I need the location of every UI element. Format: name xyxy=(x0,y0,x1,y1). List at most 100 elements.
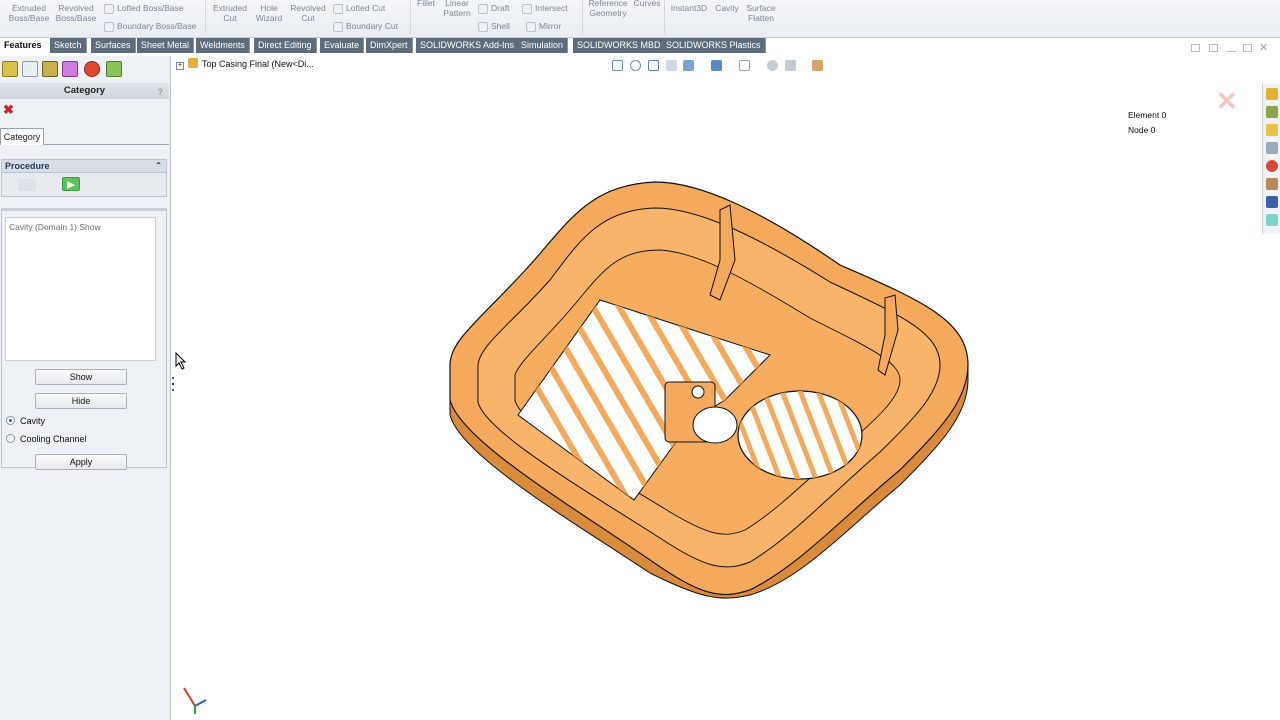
display-manager-icon[interactable] xyxy=(84,61,100,77)
revolved-cut-button[interactable]: Revolved Cut xyxy=(288,3,328,23)
ribbon-label: Fillet xyxy=(417,0,435,8)
show-button[interactable]: Show xyxy=(35,369,127,385)
exit-cross-icon[interactable]: ✕ xyxy=(1216,86,1238,117)
close-window-icon[interactable]: ✕ xyxy=(1259,41,1268,54)
panel-header: Category ? xyxy=(0,83,169,99)
tab-direct-editing[interactable]: Direct Editing xyxy=(254,38,317,53)
ribbon-label: Curves xyxy=(633,0,661,8)
lofted-boss-button[interactable]: Lofted Boss/Base xyxy=(104,3,184,14)
cavity-button[interactable]: Cavity xyxy=(713,3,741,13)
surface-flatten-button[interactable]: Surface Flatten xyxy=(743,3,779,23)
radio-cavity[interactable]: Cavity xyxy=(6,416,45,426)
previous-step-button[interactable] xyxy=(18,179,36,191)
display-style-icon[interactable] xyxy=(739,60,750,71)
domain-list-section: Cavity (Domain 1) Show Show Hide Cavity … xyxy=(1,208,167,470)
zoom-to-fit-icon[interactable] xyxy=(612,60,623,71)
plastics-tab-icon[interactable] xyxy=(1266,214,1278,226)
draft-button[interactable]: Draft xyxy=(478,3,509,14)
linear-pattern-button[interactable]: Linear Pattern xyxy=(440,0,474,18)
ribbon-label: Lofted Boss/Base xyxy=(117,3,184,13)
custom-properties-icon[interactable] xyxy=(1266,178,1278,190)
command-ribbon: Extruded Boss/Base Revolved Boss/Base Lo… xyxy=(0,0,1280,38)
dimxpert-manager-icon[interactable] xyxy=(62,61,78,77)
next-step-arrow-icon[interactable] xyxy=(62,177,80,191)
feature-tree-flyout[interactable]: + Top Casing Final (New<Di... xyxy=(176,58,314,70)
boss-hole xyxy=(692,406,738,444)
tab-category[interactable]: Category xyxy=(0,128,44,145)
tab-surfaces[interactable]: Surfaces xyxy=(91,38,136,53)
previous-view-icon[interactable] xyxy=(648,60,659,71)
mirror-button[interactable]: Mirror xyxy=(526,21,561,32)
minimize-icon[interactable] xyxy=(1227,51,1236,53)
apply-button[interactable]: Apply xyxy=(35,454,127,470)
procedure-section-header[interactable]: Procedure ⌃ xyxy=(1,159,167,173)
file-explorer-icon[interactable] xyxy=(1266,124,1278,136)
view-orientation-icon[interactable] xyxy=(711,60,722,71)
ribbon-label: Linear xyxy=(445,0,469,8)
ribbon-label: Cut xyxy=(301,13,315,23)
dynamic-annotation-icon[interactable] xyxy=(683,60,694,71)
radio-cooling-channel[interactable]: Cooling Channel xyxy=(6,434,87,444)
ribbon-label: Boundary Cut xyxy=(346,21,398,31)
tab-solidworks-mbd[interactable]: SOLIDWORKS MBD xyxy=(573,38,666,53)
radio-unselected-icon[interactable] xyxy=(6,434,15,443)
design-library-icon[interactable] xyxy=(1266,106,1278,118)
intersect-button[interactable]: Intersect xyxy=(522,3,568,14)
hide-button[interactable]: Hide xyxy=(35,393,127,409)
list-item[interactable]: Cavity (Domain 1) Show xyxy=(9,222,101,232)
tab-weldments[interactable]: Weldments xyxy=(196,38,250,53)
command-tabs: Features Sketch Surfaces Sheet Metal Wel… xyxy=(0,38,1280,54)
tab-solidworks-addins[interactable]: SOLIDWORKS Add-Ins xyxy=(416,38,520,53)
tile-window-icon[interactable] xyxy=(1191,44,1200,52)
lofted-cut-button[interactable]: Lofted Cut xyxy=(333,3,385,14)
view-settings-icon[interactable] xyxy=(812,60,823,71)
tab-dimxpert[interactable]: DimXpert xyxy=(366,38,413,53)
tab-solidworks-plastics[interactable]: SOLIDWORKS Plastics xyxy=(662,38,766,53)
radio-selected-icon[interactable] xyxy=(6,416,15,425)
close-icon[interactable]: ✖ xyxy=(3,103,14,116)
panel-title: Category xyxy=(63,85,106,96)
panel-splitter-handle[interactable] xyxy=(170,373,176,405)
feature-manager-icon[interactable] xyxy=(2,61,18,77)
radio-label: Cavity xyxy=(20,416,46,426)
zoom-to-area-icon[interactable] xyxy=(630,60,641,71)
reference-geometry-button[interactable]: Reference Geometry xyxy=(585,0,631,18)
tab-sketch[interactable]: Sketch xyxy=(50,38,87,53)
procedure-title: Procedure xyxy=(5,161,50,171)
ribbon-label: Boundary Boss/Base xyxy=(117,21,197,31)
tab-sheet-metal[interactable]: Sheet Metal xyxy=(137,38,195,53)
property-manager-icon[interactable] xyxy=(22,61,38,77)
view-palette-icon[interactable] xyxy=(1266,142,1278,154)
hole-wizard-button[interactable]: Hole Wizard xyxy=(253,3,285,23)
ribbon-separator xyxy=(410,0,411,34)
extruded-cut-button[interactable]: Extruded Cut xyxy=(210,3,250,23)
help-icon[interactable]: ? xyxy=(158,84,164,100)
mirror-icon xyxy=(526,21,536,32)
resources-icon[interactable] xyxy=(1266,88,1278,100)
appearances-icon[interactable] xyxy=(1266,160,1278,172)
plastics-manager-icon[interactable] xyxy=(106,61,122,77)
section-view-icon[interactable] xyxy=(666,60,677,71)
restore-icon[interactable] xyxy=(1243,44,1252,52)
solidworks-forum-icon[interactable] xyxy=(1266,196,1278,208)
revolved-boss-button[interactable]: Revolved Boss/Base xyxy=(55,3,97,23)
fillet-button[interactable]: Fillet xyxy=(414,0,438,8)
coordinate-triad-icon xyxy=(183,687,207,714)
curves-button[interactable]: Curves xyxy=(633,0,661,8)
tab-simulation[interactable]: Simulation xyxy=(517,38,569,53)
edit-appearance-icon[interactable] xyxy=(785,60,796,71)
domain-listbox[interactable]: Cavity (Domain 1) Show xyxy=(5,217,156,361)
shell-button[interactable]: Shell xyxy=(478,21,510,32)
tab-evaluate[interactable]: Evaluate xyxy=(320,38,365,53)
boundary-cut-button[interactable]: Boundary Cut xyxy=(333,21,398,32)
collapse-icon[interactable]: ⌃ xyxy=(155,160,162,172)
hide-show-items-icon[interactable] xyxy=(767,60,778,71)
boundary-boss-button[interactable]: Boundary Boss/Base xyxy=(104,21,196,32)
tab-features[interactable]: Features xyxy=(0,38,46,53)
extruded-boss-button[interactable]: Extruded Boss/Base xyxy=(8,3,50,23)
cascade-window-icon[interactable] xyxy=(1209,44,1218,52)
expand-icon[interactable]: + xyxy=(176,62,184,70)
instant3d-button[interactable]: Instant3D xyxy=(668,3,710,13)
configuration-manager-icon[interactable] xyxy=(42,61,58,77)
casing-3d-model[interactable] xyxy=(420,170,980,600)
